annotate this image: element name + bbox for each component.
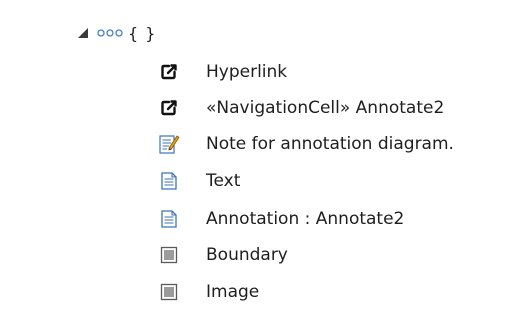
tree-item-image[interactable]: Image — [158, 277, 259, 307]
tree-item-label: Hyperlink — [206, 62, 288, 82]
tree-item-label: Boundary — [206, 245, 288, 265]
expanded-triangle-icon[interactable] — [77, 27, 89, 39]
tree-item-boundary[interactable]: Boundary — [158, 240, 288, 270]
note-icon — [158, 133, 180, 155]
tree-item-hyperlink[interactable]: Hyperlink — [158, 57, 287, 87]
text-document-icon — [158, 170, 180, 192]
tree-item-navigation-cell[interactable]: «NavigationCell» Annotate2 — [158, 93, 444, 123]
tree-item-label: Text — [206, 171, 241, 191]
tree-item-text[interactable]: Text — [158, 166, 240, 196]
tree-item-annotation[interactable]: Annotation : Annotate2 — [158, 204, 404, 234]
hyperlink-icon — [158, 61, 180, 83]
tree-item-label: Note for annotation diagram. — [206, 134, 454, 154]
tree-view: { } Hyperlink «NavigationCell» Annotate2 — [0, 0, 520, 330]
tree-item-label: Image — [206, 282, 260, 302]
hyperlink-icon — [158, 97, 180, 119]
image-square-icon — [158, 281, 180, 303]
three-dots-icon — [97, 28, 124, 38]
root-label: { } — [128, 23, 157, 43]
tree-item-label: Annotation : Annotate2 — [206, 209, 405, 229]
tree-item-note[interactable]: Note for annotation diagram. — [158, 129, 454, 159]
text-document-icon — [158, 208, 180, 230]
boundary-square-icon — [158, 244, 180, 266]
tree-root-node[interactable]: { } — [77, 18, 156, 48]
tree-item-label: «NavigationCell» Annotate2 — [206, 98, 445, 118]
